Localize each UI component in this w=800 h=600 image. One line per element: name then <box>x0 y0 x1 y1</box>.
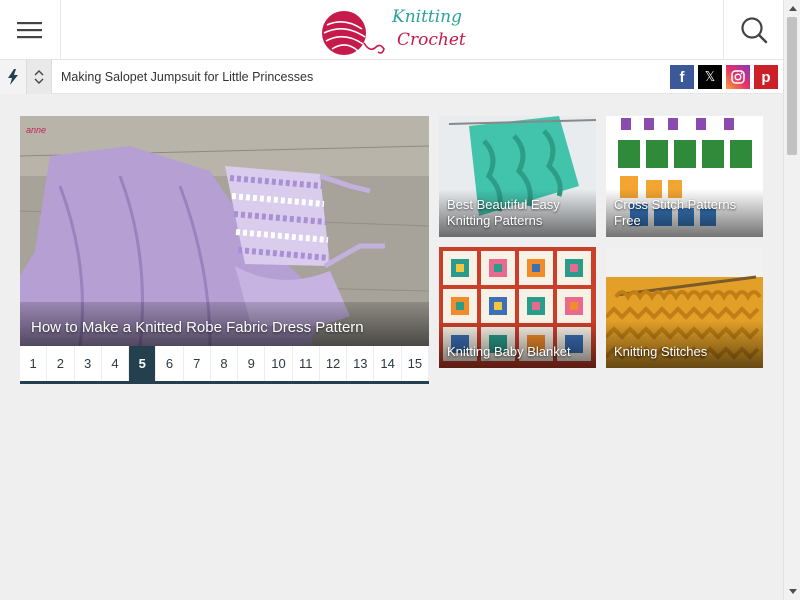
page-button[interactable]: 7 <box>184 346 211 381</box>
card-title[interactable]: Knitting Stitches <box>614 344 757 360</box>
card-title[interactable]: Knitting Baby Blanket <box>447 344 590 360</box>
page-button[interactable]: 11 <box>293 346 320 381</box>
site-logo[interactable]: Knitting Crochet <box>318 4 468 58</box>
site-header: Knitting Crochet <box>0 0 783 60</box>
page-button[interactable]: 6 <box>156 346 184 381</box>
ticker-nav[interactable] <box>26 60 52 94</box>
scroll-up-icon[interactable] <box>784 0 800 17</box>
featured-title[interactable]: How to Make a Knitted Robe Fabric Dress … <box>31 319 364 336</box>
page-button[interactable]: 9 <box>238 346 266 381</box>
page-button[interactable]: 14 <box>374 346 402 381</box>
post-card[interactable]: Knitting Baby Blanket <box>439 247 596 368</box>
page-button[interactable]: 12 <box>320 346 348 381</box>
search-button[interactable] <box>723 0 783 60</box>
scrollbar[interactable] <box>783 0 800 600</box>
pinterest-icon: p <box>761 68 771 86</box>
page-button[interactable]: 4 <box>102 346 130 381</box>
instagram-button[interactable] <box>726 65 750 89</box>
facebook-icon: f <box>679 68 685 86</box>
search-icon <box>740 17 767 44</box>
post-card[interactable]: Knitting Stitches <box>606 247 763 368</box>
chevron-up-icon[interactable] <box>34 70 44 76</box>
x-icon: 𝕏 <box>704 69 716 84</box>
facebook-button[interactable]: f <box>670 65 694 89</box>
featured-post[interactable]: anne How to Make a Knitted Robe Fabric D… <box>20 116 429 346</box>
menu-icon <box>17 22 42 39</box>
menu-button[interactable] <box>0 0 61 60</box>
page-button[interactable]: 8 <box>211 346 239 381</box>
logo-text-knitting: Knitting <box>392 7 463 27</box>
page-button[interactable]: 15 <box>402 346 429 381</box>
bolt-icon <box>0 60 26 94</box>
scroll-down-icon[interactable] <box>784 583 800 600</box>
card-title[interactable]: Cross Stitch Patterns Free <box>614 197 757 229</box>
page-button[interactable]: 2 <box>47 346 75 381</box>
page-button[interactable]: 13 <box>347 346 375 381</box>
card-title[interactable]: Best Beautiful Easy Knitting Patterns <box>447 197 590 229</box>
chevron-down-icon[interactable] <box>34 78 44 84</box>
scroll-thumb[interactable] <box>787 17 797 155</box>
x-button[interactable]: 𝕏 <box>698 65 722 89</box>
image-watermark: anne <box>26 125 47 135</box>
slider-pagination: 1 2 3 4 5 6 7 8 9 10 11 12 13 14 15 <box>20 346 429 384</box>
news-ticker: Making Salopet Jumpsuit for Little Princ… <box>0 60 783 94</box>
yarn-ball-icon <box>322 11 385 55</box>
ticker-headline[interactable]: Making Salopet Jumpsuit for Little Princ… <box>61 60 313 94</box>
logo-text-crochet: Crochet <box>397 30 466 50</box>
post-card[interactable]: Best Beautiful Easy Knitting Patterns <box>439 116 596 237</box>
instagram-icon <box>731 70 745 84</box>
page-button[interactable]: 10 <box>265 346 293 381</box>
pinterest-button[interactable]: p <box>754 65 778 89</box>
page-button[interactable]: 1 <box>20 346 48 381</box>
page-button[interactable]: 3 <box>75 346 102 381</box>
post-card[interactable]: Cross Stitch Patterns Free <box>606 116 763 237</box>
page-button[interactable]: 5 <box>129 346 157 381</box>
